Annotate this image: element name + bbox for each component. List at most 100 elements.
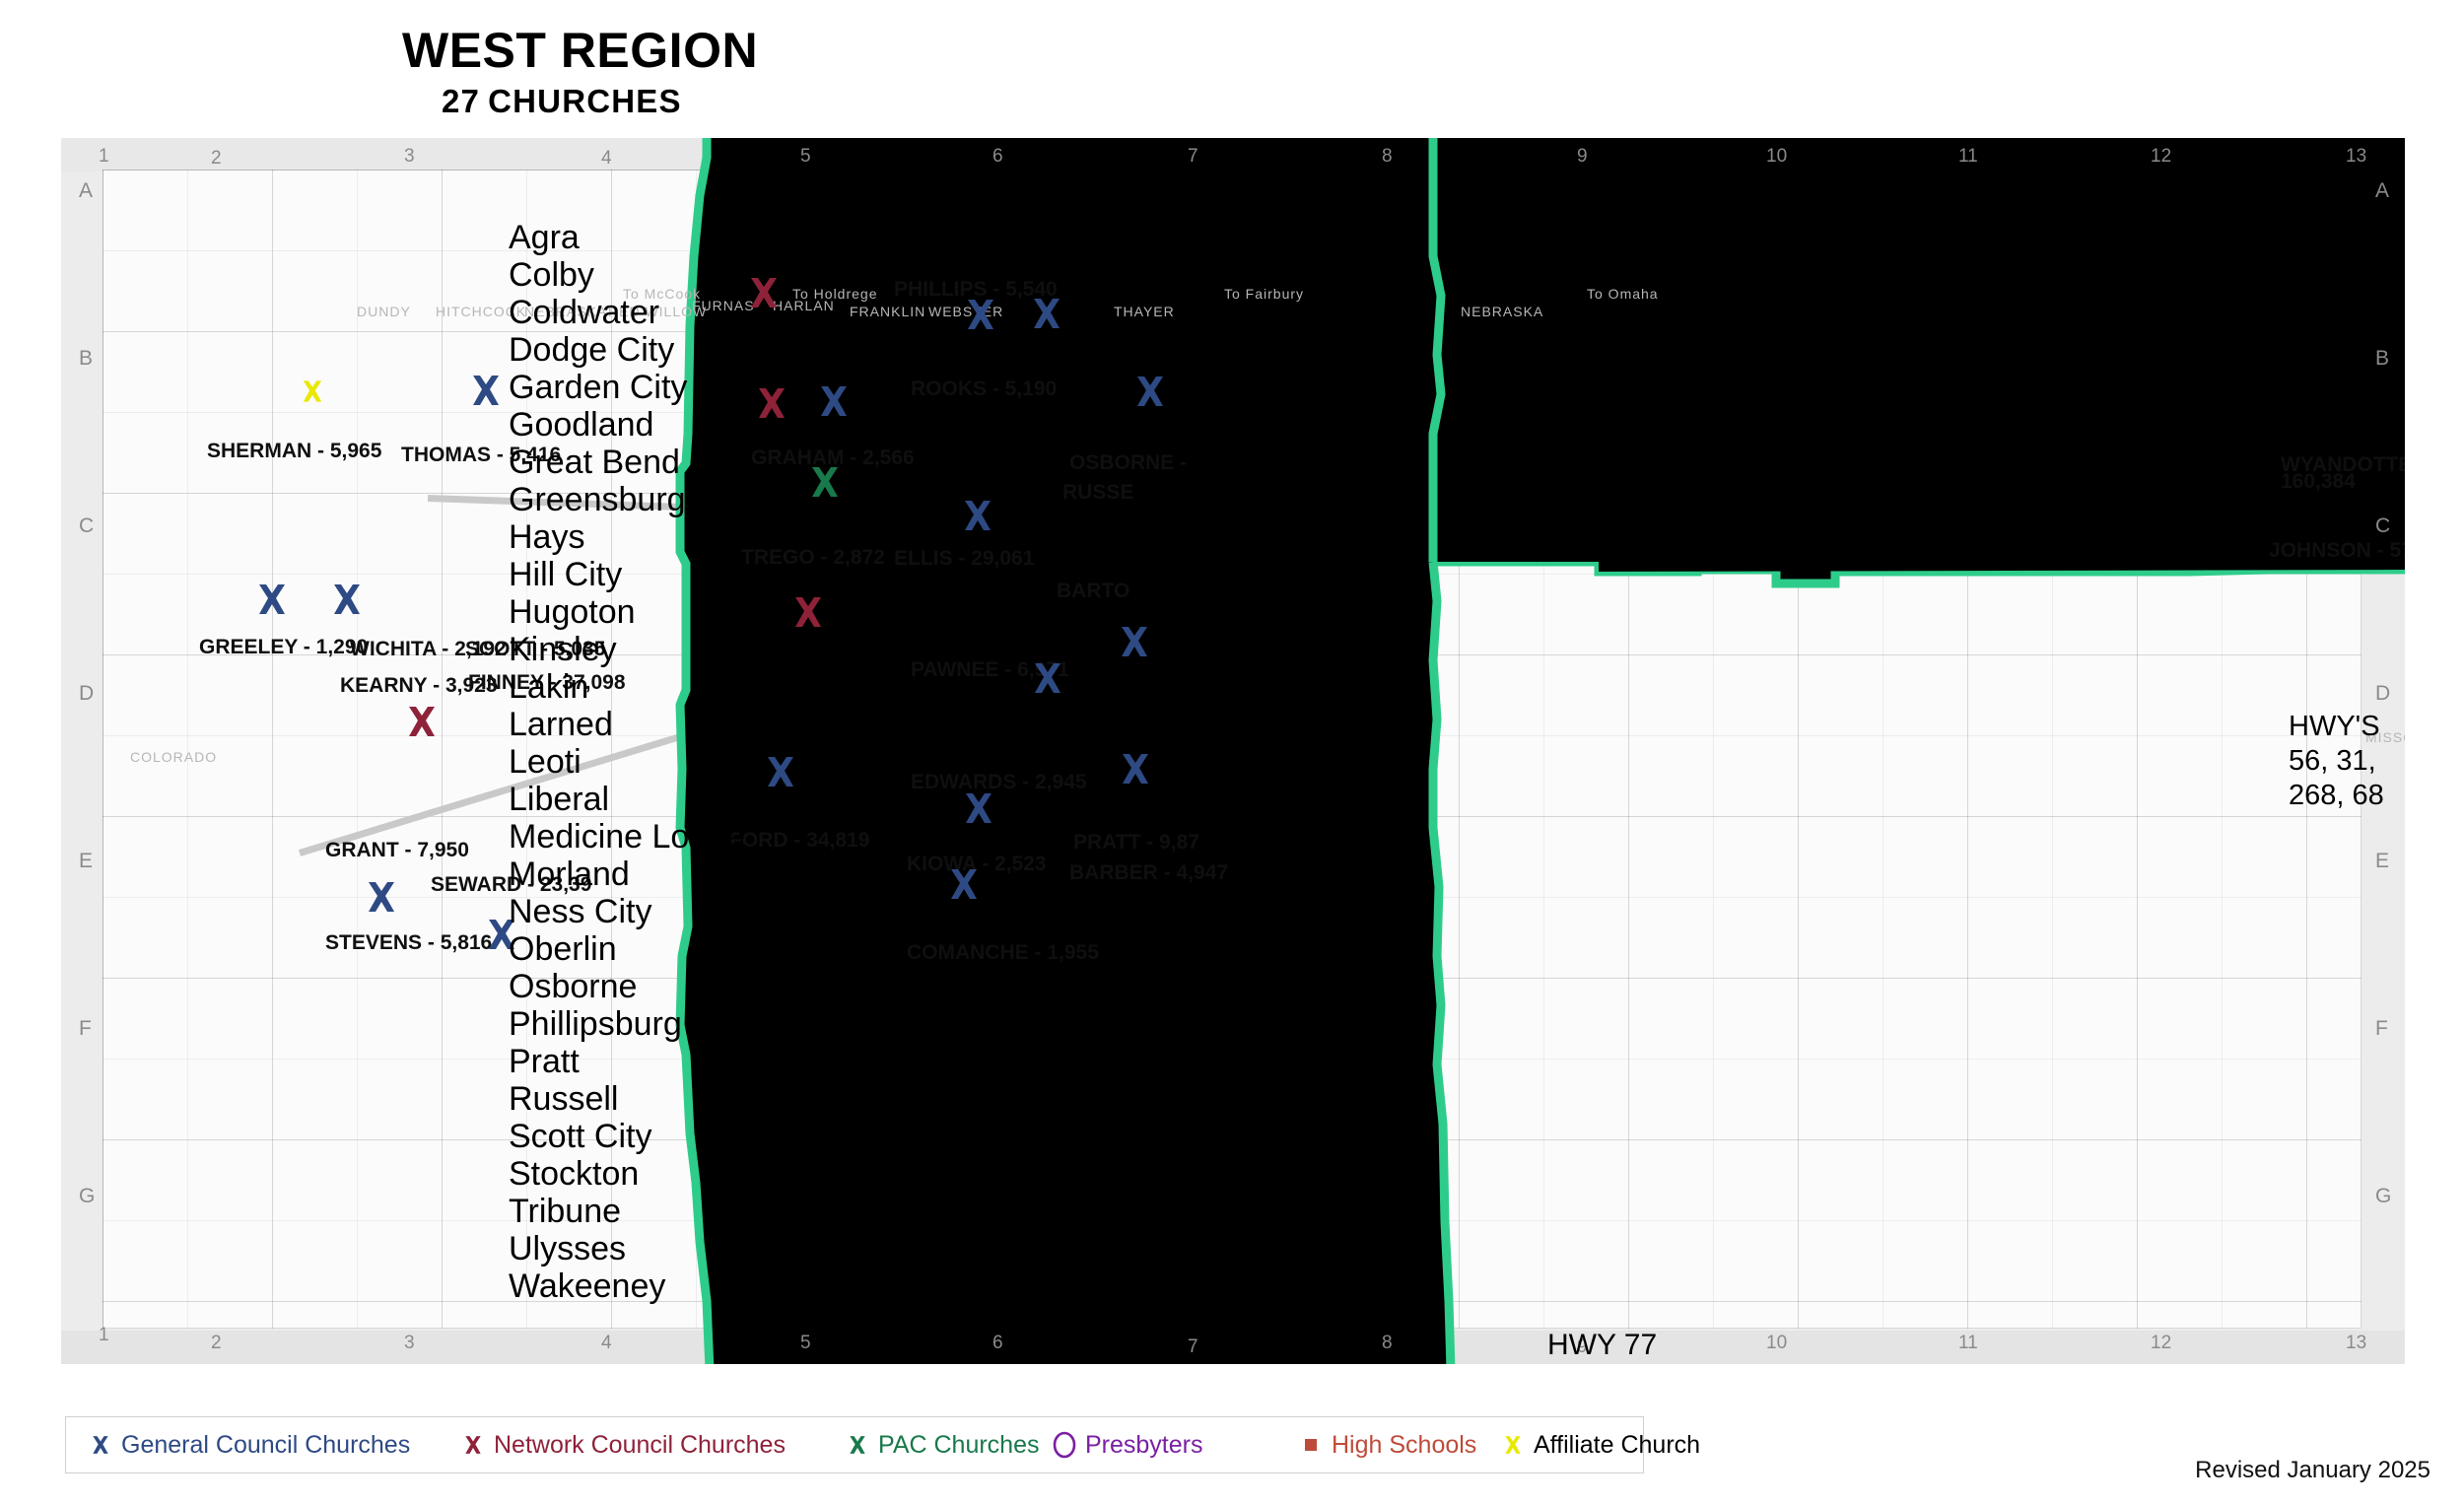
hwy-label-bottom-right: HWY 77 bbox=[1547, 1329, 1658, 1361]
church-list-item: Oberlin bbox=[509, 930, 617, 968]
legend-item-label: High Schools bbox=[1332, 1430, 1477, 1459]
map-legend: General Council Churches Network Council … bbox=[65, 1416, 1700, 1473]
county-population-label: STEVENS - 5,816 bbox=[325, 931, 493, 954]
church-list-item: Hays bbox=[509, 518, 585, 556]
x-marker-icon bbox=[460, 1432, 486, 1458]
map-ghost-label: To Omaha bbox=[1587, 286, 1659, 302]
ruler-left-D: D bbox=[79, 682, 95, 705]
county-population-label: GRANT - 7,950 bbox=[325, 839, 469, 861]
map-ghost-label: NEBRASKA bbox=[1461, 304, 1544, 319]
county-population-label: BARTO bbox=[1057, 580, 1130, 602]
legend-item-label: Affiliate Church bbox=[1534, 1430, 1701, 1459]
church-list-item: Coldwater bbox=[509, 294, 660, 331]
church-list-item: Russell bbox=[509, 1080, 619, 1118]
county-population-label: JOHNSON - 574,274 bbox=[2269, 539, 2405, 562]
circle-icon bbox=[1052, 1431, 1077, 1459]
church-count-line: 27 CHURCHES bbox=[442, 83, 1289, 120]
ruler-left-E: E bbox=[79, 850, 94, 872]
ruler-right-D: D bbox=[2375, 682, 2391, 705]
ruler-bottom-10: 10 bbox=[1766, 1333, 1788, 1353]
hwy-right-line2: 56, 31, bbox=[2289, 745, 2376, 777]
county-population-label: OSBORNE - bbox=[1069, 451, 1188, 474]
legend-item: Affiliate Church bbox=[1500, 1431, 1700, 1460]
map-county-grid-coarse bbox=[103, 170, 2361, 1329]
ruler-bottom-6: 6 bbox=[992, 1333, 1003, 1353]
church-count-unit: CHURCHES bbox=[488, 83, 682, 119]
ruler-right-C: C bbox=[2375, 514, 2391, 537]
hwy-label-top-left: HWY 281 bbox=[1102, 166, 1228, 198]
ruler-bottom-4: 4 bbox=[601, 1333, 612, 1353]
ruler-top-7: 7 bbox=[1188, 146, 1198, 167]
county-population-label: ROOKS - 5,190 bbox=[911, 377, 1058, 400]
ruler-top-2: 2 bbox=[211, 148, 222, 169]
ruler-left-A: A bbox=[79, 179, 94, 202]
map-ghost-label: To Fairbury bbox=[1224, 286, 1305, 302]
county-population-label: COMANCHE - 1,955 bbox=[907, 941, 1099, 964]
ruler-left-C: C bbox=[79, 514, 95, 537]
church-list-item: Tribune bbox=[509, 1193, 622, 1230]
map-background bbox=[61, 138, 2405, 1364]
square-icon bbox=[1298, 1432, 1324, 1458]
ruler-top-6: 6 bbox=[992, 146, 1003, 167]
ruler-right-F: F bbox=[2375, 1017, 2388, 1040]
church-name-list: Agra Colby Coldwater Dodge City Garden City G… bbox=[509, 219, 804, 1305]
ruler-top-1: 1 bbox=[99, 146, 109, 167]
ruler-left-F: F bbox=[79, 1017, 92, 1040]
x-marker-icon bbox=[845, 1432, 870, 1458]
church-list-item: Morland bbox=[509, 856, 630, 893]
map-ghost-label: DUNDY bbox=[357, 304, 411, 319]
church-list-item: Medicine Lodge bbox=[509, 818, 746, 856]
page-title: WEST REGION bbox=[402, 23, 759, 78]
church-count-number: 27 bbox=[442, 83, 481, 119]
ruler-top-11: 11 bbox=[1958, 146, 1978, 167]
ruler-bottom-5: 5 bbox=[800, 1333, 811, 1353]
church-list-item: Larned bbox=[509, 706, 613, 743]
church-list-item: Hugoton bbox=[509, 593, 636, 631]
church-list-item: Great Bend bbox=[509, 444, 680, 481]
ruler-left-B: B bbox=[79, 347, 94, 370]
ruler-top-12: 12 bbox=[2151, 146, 2172, 167]
ruler-top-5: 5 bbox=[800, 146, 811, 167]
hwy-label-top-right: HWY 77 bbox=[1643, 170, 1753, 202]
legend-item-label: Presbyters bbox=[1085, 1430, 1203, 1459]
hwy-right-line1: HWY'S bbox=[2289, 711, 2380, 742]
ruler-bottom-8: 8 bbox=[1382, 1333, 1393, 1353]
ruler-bottom-1: 1 bbox=[99, 1325, 109, 1345]
ruler-bottom-7: 7 bbox=[1188, 1336, 1198, 1357]
church-list-item: Kinsley bbox=[509, 631, 617, 668]
map-canvas bbox=[103, 170, 2361, 1329]
county-population-label: GREELEY - 1,290 bbox=[199, 636, 369, 658]
ruler-bottom-12: 12 bbox=[2151, 1333, 2172, 1353]
legend-item: General Council Churches bbox=[88, 1431, 410, 1460]
county-population-label: BARBER - 4,947 bbox=[1069, 861, 1229, 884]
ruler-right-G: G bbox=[2375, 1185, 2392, 1207]
church-list-item: Wakeeney bbox=[509, 1267, 666, 1305]
legend-item: PAC Churches bbox=[845, 1431, 1040, 1460]
x-marker-icon bbox=[1500, 1432, 1526, 1458]
county-population-label: RUSSE bbox=[1062, 481, 1134, 504]
revised-date: Revised January 2025 bbox=[2195, 1457, 2430, 1483]
hwy-label-right: HWY'S 56, 31, 268, 68 bbox=[2289, 710, 2384, 813]
title-block: WEST REGION 27 CHURCHES bbox=[402, 26, 1289, 120]
map-ghost-label: COLORADO bbox=[130, 749, 218, 765]
ruler-bottom-3: 3 bbox=[404, 1333, 415, 1353]
ruler-bottom-11: 11 bbox=[1958, 1333, 1978, 1353]
map-ghost-label: THAYER bbox=[1114, 304, 1175, 319]
ruler-right-A: A bbox=[2375, 179, 2390, 202]
church-list-item: Goodland bbox=[509, 406, 654, 444]
church-list-item: Hill City bbox=[509, 556, 623, 593]
county-population-label: 160,384 bbox=[2281, 470, 2356, 493]
legend-item-label: Network Council Churches bbox=[494, 1430, 786, 1459]
county-population-label: EDWARDS - 2,945 bbox=[911, 771, 1087, 793]
church-list-item: Greensburg bbox=[509, 481, 686, 518]
church-list-item: Agra bbox=[509, 219, 580, 256]
legend-item: High Schools bbox=[1298, 1431, 1476, 1460]
ruler-top-13: 13 bbox=[2346, 146, 2367, 167]
legend-item-label: PAC Churches bbox=[878, 1430, 1040, 1459]
ruler-top-8: 8 bbox=[1382, 146, 1393, 167]
county-population-label: SHERMAN - 5,965 bbox=[207, 440, 382, 462]
region-map[interactable]: 1 2 3 4 5 6 7 8 9 10 11 12 13 1 2 3 4 5 … bbox=[61, 138, 2405, 1364]
church-list-item: Liberal bbox=[509, 781, 610, 818]
church-list-item: Garden City bbox=[509, 369, 688, 406]
church-list-item: Ulysses bbox=[509, 1230, 627, 1267]
